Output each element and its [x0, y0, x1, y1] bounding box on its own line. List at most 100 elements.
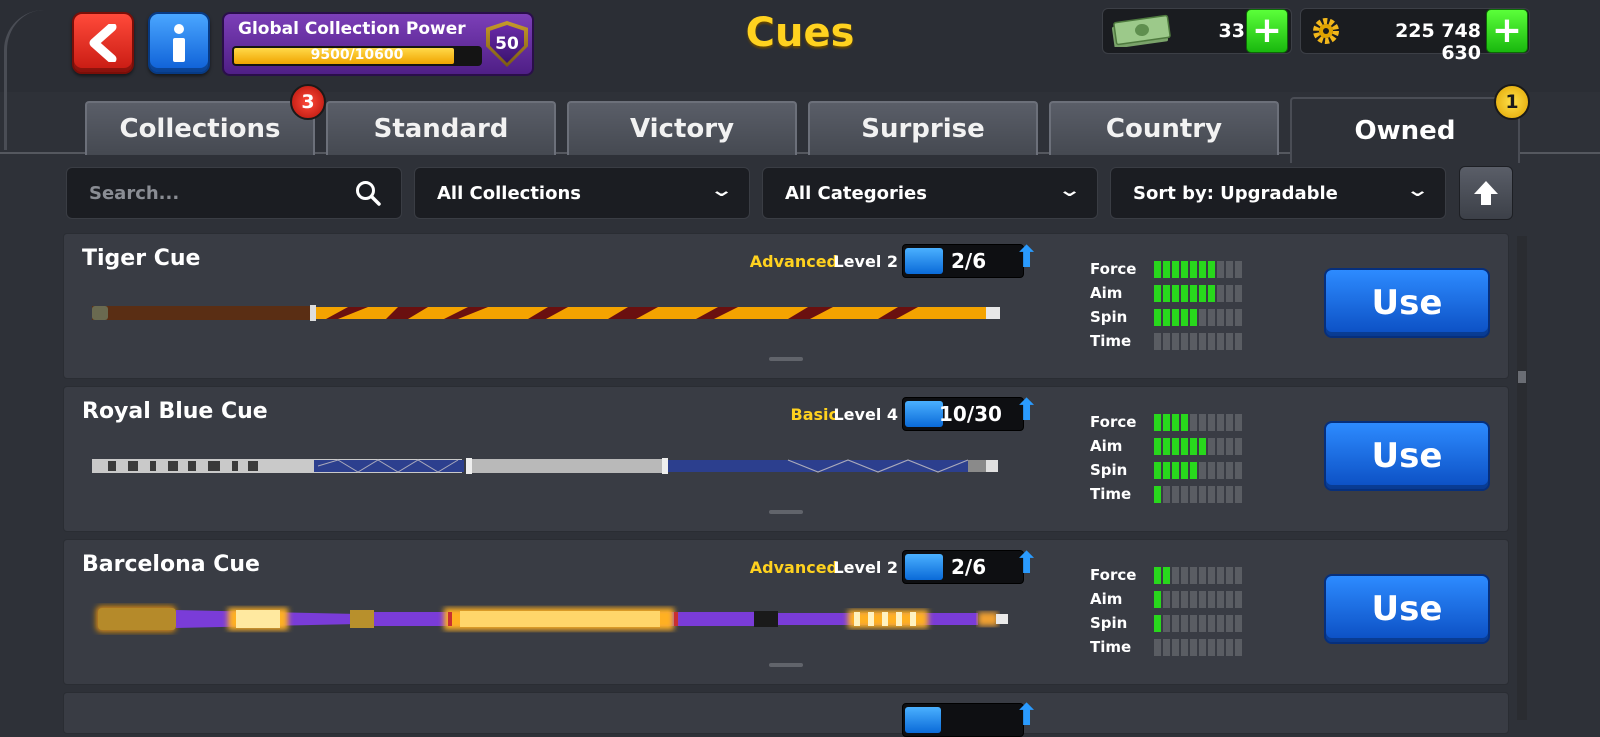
scrollbar-thumb[interactable] — [1518, 371, 1526, 383]
tab-surprise[interactable]: Surprise — [808, 101, 1038, 155]
stat-segment — [1217, 285, 1224, 302]
stat-segment — [1163, 486, 1170, 503]
stat-label-spin: Spin — [1090, 308, 1128, 326]
info-button[interactable] — [148, 12, 210, 74]
stat-segment — [1154, 591, 1161, 608]
stat-segment — [1154, 615, 1161, 632]
tab-standard[interactable]: Standard — [326, 101, 556, 155]
use-button[interactable]: Use — [1324, 268, 1490, 338]
stat-label-force: Force — [1090, 566, 1137, 584]
coins-value: 225 748 630 — [1395, 20, 1481, 64]
stat-segment — [1163, 462, 1170, 479]
stat-segment — [1154, 567, 1161, 584]
stat-segment — [1226, 486, 1233, 503]
stat-bars-time — [1154, 486, 1242, 503]
tab-owned[interactable]: Owned — [1290, 97, 1520, 163]
stat-segment — [1172, 309, 1179, 326]
upgrade-progress-fill — [905, 401, 943, 427]
stat-segment — [1235, 414, 1242, 431]
stat-segment — [1208, 285, 1215, 302]
stat-segment — [1172, 333, 1179, 350]
stat-segment — [1190, 486, 1197, 503]
tab-collections-label: Collections — [119, 114, 281, 144]
stat-segment — [1235, 486, 1242, 503]
stat-segment — [1181, 591, 1188, 608]
collections-dropdown[interactable]: All Collections ⌄ — [414, 167, 750, 219]
cue-card[interactable]: Royal Blue Cue Basic Level 4 10/30 ⬆ For… — [63, 386, 1509, 532]
tab-country[interactable]: Country — [1049, 101, 1279, 155]
stat-segment — [1235, 591, 1242, 608]
stat-label-aim: Aim — [1090, 437, 1123, 455]
stat-segment — [1217, 414, 1224, 431]
sort-direction-button[interactable] — [1459, 166, 1513, 220]
stat-segment — [1163, 567, 1170, 584]
use-button[interactable]: Use — [1324, 574, 1490, 644]
tab-victory-label: Victory — [629, 114, 735, 144]
back-button[interactable] — [72, 12, 134, 74]
cue-rarity: Advanced — [749, 252, 838, 271]
tab-collections[interactable]: Collections — [85, 101, 315, 155]
stat-segment — [1181, 486, 1188, 503]
cash-value: 33 — [1218, 20, 1245, 42]
tab-victory[interactable]: Victory — [567, 101, 797, 155]
stat-bars-force — [1154, 261, 1242, 278]
stat-segment — [1217, 309, 1224, 326]
stat-segment — [1199, 591, 1206, 608]
stat-segment — [1154, 639, 1161, 656]
categories-dropdown[interactable]: All Categories ⌄ — [762, 167, 1098, 219]
royal-blue-cue-image — [92, 458, 998, 474]
upgrade-arrow-icon[interactable]: ⬆ — [1014, 396, 1039, 426]
scrollbar[interactable] — [1517, 236, 1527, 720]
search-input[interactable]: Search... — [66, 167, 402, 219]
stat-segment — [1226, 615, 1233, 632]
stat-segment — [1172, 438, 1179, 455]
sort-dropdown[interactable]: Sort by: Upgradable ⌄ — [1110, 167, 1446, 219]
chevron-down-icon: ⌄ — [1405, 180, 1430, 201]
stat-segment — [1163, 639, 1170, 656]
info-icon — [173, 24, 185, 62]
add-cash-button[interactable]: + — [1246, 9, 1288, 53]
stat-segment — [1199, 333, 1206, 350]
tab-surprise-label: Surprise — [861, 114, 985, 144]
cue-name: Royal Blue Cue — [82, 399, 268, 424]
upgrade-arrow-icon[interactable]: ⬆ — [1014, 549, 1039, 579]
stat-segment — [1163, 591, 1170, 608]
add-coins-button[interactable]: + — [1486, 9, 1528, 53]
stat-segment — [1172, 414, 1179, 431]
upgrade-arrow-icon[interactable]: ⬆ — [1014, 243, 1039, 273]
cue-card[interactable]: ⬆ — [63, 692, 1509, 737]
upgrade-progress: 2/6 — [902, 244, 1024, 278]
upgrade-arrow-icon[interactable]: ⬆ — [1014, 701, 1039, 731]
stat-segment — [1154, 309, 1161, 326]
stat-segment — [1208, 486, 1215, 503]
stat-bars-force — [1154, 414, 1242, 431]
cue-card[interactable]: Barcelona Cue Advanced Level 2 2/6 ⬆ For… — [63, 539, 1509, 685]
stat-segment — [1226, 333, 1233, 350]
upgrade-progress-value: 2/6 — [951, 249, 987, 273]
cue-rarity: Basic — [790, 405, 838, 424]
cue-card[interactable]: Tiger Cue Advanced Level 2 2/6 ⬆ Force Ai… — [63, 233, 1509, 379]
stat-segment — [1190, 639, 1197, 656]
stat-segment — [1172, 567, 1179, 584]
use-button[interactable]: Use — [1324, 421, 1490, 491]
global-collection-power[interactable]: Global Collection Power 9500/10600 50 — [222, 12, 534, 76]
stat-segment — [1226, 567, 1233, 584]
cue-level: Level 4 — [833, 405, 898, 424]
card-handle — [769, 663, 803, 667]
tab-owned-label: Owned — [1354, 116, 1456, 146]
stat-label-spin: Spin — [1090, 461, 1128, 479]
stat-bars-aim — [1154, 285, 1242, 302]
stat-segment — [1190, 285, 1197, 302]
stat-segment — [1217, 462, 1224, 479]
stat-segment — [1208, 438, 1215, 455]
stat-segment — [1235, 333, 1242, 350]
stat-segment — [1181, 639, 1188, 656]
stat-segment — [1163, 333, 1170, 350]
cue-level: Level 2 — [833, 252, 898, 271]
stat-segment — [1208, 639, 1215, 656]
stat-segment — [1199, 639, 1206, 656]
stat-segment — [1163, 261, 1170, 278]
stat-segment — [1181, 333, 1188, 350]
stat-segment — [1190, 333, 1197, 350]
stat-segment — [1163, 438, 1170, 455]
